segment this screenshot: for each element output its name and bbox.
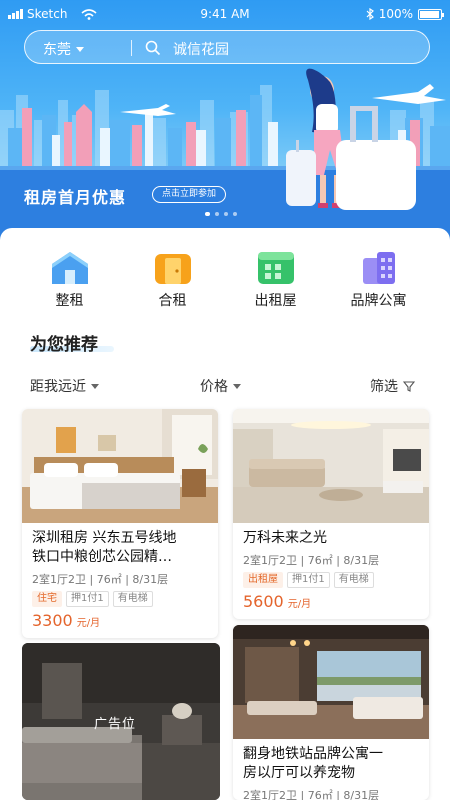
- listing-title: 翻身地铁站品牌公寓一 房以厅可以养宠物: [233, 739, 429, 783]
- building-icon: [257, 252, 294, 284]
- listing-meta: 2室1厅2卫 | 76㎡ | 8/31层: [243, 554, 380, 567]
- status-bar: Sketch 9:41 AM 100%: [0, 0, 450, 28]
- banner-title: 租房首月优惠: [24, 188, 127, 207]
- category-label: 品牌公寓: [350, 293, 407, 309]
- filter-screen[interactable]: 筛选: [370, 376, 415, 396]
- listing-card[interactable]: 深圳租房 兴东五号线地 铁口中粮创芯公园精… 2室1厅2卫 | 76㎡ | 8/…: [22, 409, 218, 638]
- house-icon: [51, 252, 88, 284]
- listing-title-line: 房以厅可以养宠物: [243, 765, 355, 781]
- bluetooth-icon: [366, 8, 374, 20]
- apartment-photo: [233, 625, 429, 739]
- listing-price: 3300 元/月: [22, 607, 218, 638]
- chevron-down-icon: [233, 383, 241, 389]
- carousel-dots: [205, 212, 237, 216]
- listing-price: 5600 元/月: [233, 588, 429, 619]
- carousel-dot[interactable]: [233, 212, 237, 216]
- filter-price-label: 价格: [200, 379, 228, 395]
- listing-tags: 住宅 押1付1 有电梯: [22, 587, 218, 607]
- listing-photo: [22, 409, 218, 523]
- chevron-down-icon: [91, 383, 99, 389]
- living-room-photo: [233, 409, 429, 523]
- price-unit: 元/月: [76, 618, 101, 629]
- ad-slot[interactable]: 广告位: [22, 643, 220, 800]
- price-value: 5600: [243, 592, 284, 611]
- category-label: 整租: [55, 293, 84, 309]
- search-icon: [145, 40, 161, 56]
- category-rental-house[interactable]: 出租屋: [224, 250, 327, 310]
- search-divider: [131, 40, 132, 56]
- door-icon: [154, 254, 191, 284]
- carousel-dot[interactable]: [205, 212, 210, 216]
- category-nav: 整租 合租 出租屋 品牌公寓: [0, 250, 450, 310]
- listing-title-line: 铁口中粮创芯公园精…: [32, 549, 172, 565]
- listing-title-line: 翻身地铁站品牌公寓一: [243, 746, 383, 762]
- search-input[interactable]: 诚信花园: [173, 39, 229, 59]
- listing-tags: 出租屋 押1付1 有电梯: [233, 568, 429, 588]
- listing-title: 万科未来之光: [233, 523, 429, 548]
- category-whole-rent[interactable]: 整租: [18, 250, 121, 310]
- apartment-icon: [362, 252, 395, 284]
- listing-tag: 住宅: [32, 591, 62, 607]
- section-title: 为您推荐: [30, 335, 98, 355]
- city-label: 东莞: [43, 42, 71, 58]
- listing-tag: 有电梯: [333, 572, 374, 588]
- category-label: 合租: [158, 293, 187, 309]
- listing-meta: 2室1厅2卫 | 76㎡ | 8/31层: [243, 789, 380, 800]
- bedroom-photo: [22, 409, 218, 523]
- listing-title-line: 深圳租房 兴东五号线地: [32, 530, 177, 546]
- price-unit: 元/月: [287, 599, 312, 610]
- hero-banner[interactable]: Sketch 9:41 AM 100% 东莞 诚信花园 租房首月优惠 点击立即参…: [0, 0, 450, 240]
- listing-title: 深圳租房 兴东五号线地 铁口中粮创芯公园精…: [22, 523, 218, 567]
- filter-distance[interactable]: 距我远近: [30, 376, 99, 396]
- listing-title-line: 万科未来之光: [243, 530, 327, 546]
- filter-price[interactable]: 价格: [200, 376, 241, 396]
- listing-card[interactable]: 万科未来之光 2室1厅2卫 | 76㎡ | 8/31层 出租屋 押1付1 有电梯…: [233, 409, 429, 619]
- category-label: 出租屋: [254, 293, 297, 309]
- listing-tag: 押1付1: [66, 591, 109, 607]
- listing-tag: 出租屋: [243, 572, 283, 588]
- chevron-down-icon: [76, 46, 84, 52]
- listing-meta: 2室1厅2卫 | 76㎡ | 8/31层: [32, 573, 169, 586]
- listing-photo: [233, 409, 429, 523]
- price-value: 3300: [32, 611, 73, 630]
- filter-screen-label: 筛选: [370, 379, 398, 395]
- city-selector[interactable]: 东莞: [43, 39, 84, 59]
- listing-photo: [233, 625, 429, 739]
- funnel-icon: [403, 381, 415, 392]
- filter-distance-label: 距我远近: [30, 379, 86, 395]
- category-shared-rent[interactable]: 合租: [121, 250, 224, 310]
- category-brand-apartment[interactable]: 品牌公寓: [327, 250, 430, 310]
- carousel-dot[interactable]: [215, 212, 219, 216]
- search-bar[interactable]: 东莞 诚信花园: [24, 30, 430, 64]
- status-right: 100%: [366, 7, 444, 21]
- battery-icon: [418, 8, 444, 20]
- carousel-dot[interactable]: [224, 212, 228, 216]
- main-content: 整租 合租 出租屋 品牌公寓 为您推荐 距我远近 价格 筛选 深圳租房 兴东五号…: [0, 228, 450, 800]
- listing-card[interactable]: 翻身地铁站品牌公寓一 房以厅可以养宠物 2室1厅2卫 | 76㎡ | 8/31层: [233, 625, 429, 800]
- battery-percent: 100%: [378, 7, 413, 21]
- banner-join-button[interactable]: 点击立即参加: [152, 186, 227, 203]
- listing-tag: 押1付1: [287, 572, 330, 588]
- ad-label: 广告位: [94, 717, 137, 732]
- listing-tag: 有电梯: [112, 591, 153, 607]
